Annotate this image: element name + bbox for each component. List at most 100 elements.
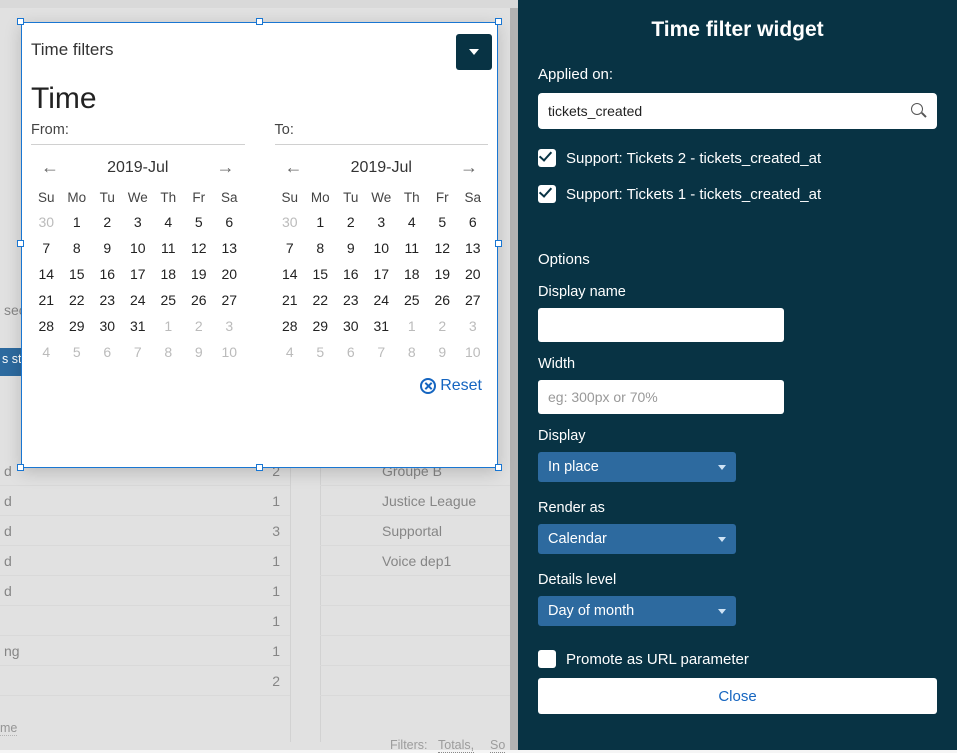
calendar-day[interactable]: 12 bbox=[184, 235, 215, 261]
calendar-day[interactable]: 1 bbox=[397, 313, 428, 339]
calendar-day[interactable]: 21 bbox=[275, 287, 306, 313]
calendar-day[interactable]: 3 bbox=[214, 313, 245, 339]
display-name-input[interactable] bbox=[538, 308, 784, 342]
calendar-day[interactable]: 26 bbox=[184, 287, 215, 313]
close-button[interactable]: Close bbox=[538, 678, 937, 714]
calendar-day[interactable]: 2 bbox=[427, 313, 458, 339]
calendar-day[interactable]: 8 bbox=[153, 339, 184, 365]
calendar-day[interactable]: 17 bbox=[366, 261, 397, 287]
calendar-day[interactable]: 17 bbox=[123, 261, 154, 287]
calendar-day[interactable]: 8 bbox=[397, 339, 428, 365]
calendar-day[interactable]: 10 bbox=[123, 235, 154, 261]
calendar-day[interactable]: 2 bbox=[336, 209, 367, 235]
calendar-day[interactable]: 29 bbox=[62, 313, 93, 339]
selection-handle[interactable] bbox=[17, 240, 24, 247]
calendar-day[interactable]: 24 bbox=[366, 287, 397, 313]
calendar-day[interactable]: 7 bbox=[366, 339, 397, 365]
calendar-day[interactable]: 3 bbox=[366, 209, 397, 235]
details-level-select[interactable]: Day of month bbox=[538, 596, 736, 626]
calendar-day[interactable]: 6 bbox=[458, 209, 489, 235]
render-as-select[interactable]: Calendar bbox=[538, 524, 736, 554]
calendar-day[interactable]: 7 bbox=[275, 235, 306, 261]
reset-button[interactable]: Reset bbox=[420, 377, 482, 395]
calendar-day[interactable]: 22 bbox=[305, 287, 336, 313]
calendar-day[interactable]: 11 bbox=[153, 235, 184, 261]
calendar-day[interactable]: 5 bbox=[184, 209, 215, 235]
selection-handle[interactable] bbox=[17, 18, 24, 25]
calendar-day[interactable]: 7 bbox=[123, 339, 154, 365]
calendar-day[interactable]: 9 bbox=[427, 339, 458, 365]
calendar-day[interactable]: 23 bbox=[336, 287, 367, 313]
calendar-day[interactable]: 2 bbox=[184, 313, 215, 339]
applied-on-item[interactable]: Support: Tickets 2 - tickets_created_at bbox=[538, 149, 937, 167]
calendar-day[interactable]: 16 bbox=[92, 261, 123, 287]
calendar-day[interactable]: 13 bbox=[214, 235, 245, 261]
calendar-day[interactable]: 20 bbox=[214, 261, 245, 287]
applied-on-item[interactable]: Support: Tickets 1 - tickets_created_at bbox=[538, 185, 937, 203]
calendar-day[interactable]: 12 bbox=[427, 235, 458, 261]
display-select[interactable]: In place bbox=[538, 452, 736, 482]
calendar-day[interactable]: 16 bbox=[336, 261, 367, 287]
calendar-day[interactable]: 4 bbox=[31, 339, 62, 365]
calendar-day[interactable]: 23 bbox=[92, 287, 123, 313]
prev-month-button[interactable]: ← bbox=[37, 155, 63, 180]
calendar-day[interactable]: 5 bbox=[427, 209, 458, 235]
calendar-day[interactable]: 28 bbox=[275, 313, 306, 339]
calendar-day[interactable]: 25 bbox=[153, 287, 184, 313]
calendar-day[interactable]: 2 bbox=[92, 209, 123, 235]
applied-on-input[interactable] bbox=[548, 103, 911, 119]
calendar-day[interactable]: 31 bbox=[123, 313, 154, 339]
calendar-day[interactable]: 14 bbox=[31, 261, 62, 287]
next-month-button[interactable]: → bbox=[213, 155, 239, 180]
selection-handle[interactable] bbox=[495, 18, 502, 25]
calendar-day[interactable]: 10 bbox=[366, 235, 397, 261]
calendar-day[interactable]: 31 bbox=[366, 313, 397, 339]
calendar-day[interactable]: 10 bbox=[214, 339, 245, 365]
checkbox[interactable] bbox=[538, 650, 556, 668]
calendar-day[interactable]: 5 bbox=[305, 339, 336, 365]
calendar-day[interactable]: 30 bbox=[275, 209, 306, 235]
calendar-day[interactable]: 1 bbox=[62, 209, 93, 235]
calendar-day[interactable]: 4 bbox=[397, 209, 428, 235]
width-input[interactable] bbox=[538, 380, 784, 414]
calendar-day[interactable]: 7 bbox=[31, 235, 62, 261]
calendar-day[interactable]: 18 bbox=[153, 261, 184, 287]
calendar-day[interactable]: 8 bbox=[305, 235, 336, 261]
calendar-day[interactable]: 13 bbox=[458, 235, 489, 261]
calendar-day[interactable]: 22 bbox=[62, 287, 93, 313]
calendar-day[interactable]: 30 bbox=[31, 209, 62, 235]
checkbox[interactable] bbox=[538, 149, 556, 167]
calendar-day[interactable]: 24 bbox=[123, 287, 154, 313]
calendar-day[interactable]: 19 bbox=[427, 261, 458, 287]
widget-dropdown-button[interactable] bbox=[456, 34, 492, 70]
calendar-day[interactable]: 15 bbox=[305, 261, 336, 287]
calendar-day[interactable]: 9 bbox=[184, 339, 215, 365]
month-label[interactable]: 2019-Jul bbox=[107, 159, 168, 177]
calendar-day[interactable]: 27 bbox=[458, 287, 489, 313]
calendar-day[interactable]: 6 bbox=[92, 339, 123, 365]
calendar-day[interactable]: 4 bbox=[275, 339, 306, 365]
calendar-day[interactable]: 15 bbox=[62, 261, 93, 287]
calendar-day[interactable]: 1 bbox=[153, 313, 184, 339]
calendar-day[interactable]: 21 bbox=[31, 287, 62, 313]
calendar-day[interactable]: 29 bbox=[305, 313, 336, 339]
checkbox[interactable] bbox=[538, 185, 556, 203]
selection-handle[interactable] bbox=[495, 240, 502, 247]
calendar-day[interactable]: 20 bbox=[458, 261, 489, 287]
calendar-day[interactable]: 27 bbox=[214, 287, 245, 313]
prev-month-button[interactable]: ← bbox=[281, 155, 307, 180]
calendar-day[interactable]: 19 bbox=[184, 261, 215, 287]
calendar-day[interactable]: 26 bbox=[427, 287, 458, 313]
calendar-day[interactable]: 14 bbox=[275, 261, 306, 287]
selection-handle[interactable] bbox=[256, 464, 263, 471]
calendar-day[interactable]: 1 bbox=[305, 209, 336, 235]
selection-handle[interactable] bbox=[495, 464, 502, 471]
promote-url-option[interactable]: Promote as URL parameter bbox=[538, 650, 937, 668]
calendar-day[interactable]: 25 bbox=[397, 287, 428, 313]
selection-handle[interactable] bbox=[17, 464, 24, 471]
calendar-day[interactable]: 6 bbox=[214, 209, 245, 235]
calendar-day[interactable]: 9 bbox=[336, 235, 367, 261]
calendar-day[interactable]: 11 bbox=[397, 235, 428, 261]
calendar-day[interactable]: 28 bbox=[31, 313, 62, 339]
month-label[interactable]: 2019-Jul bbox=[351, 159, 412, 177]
